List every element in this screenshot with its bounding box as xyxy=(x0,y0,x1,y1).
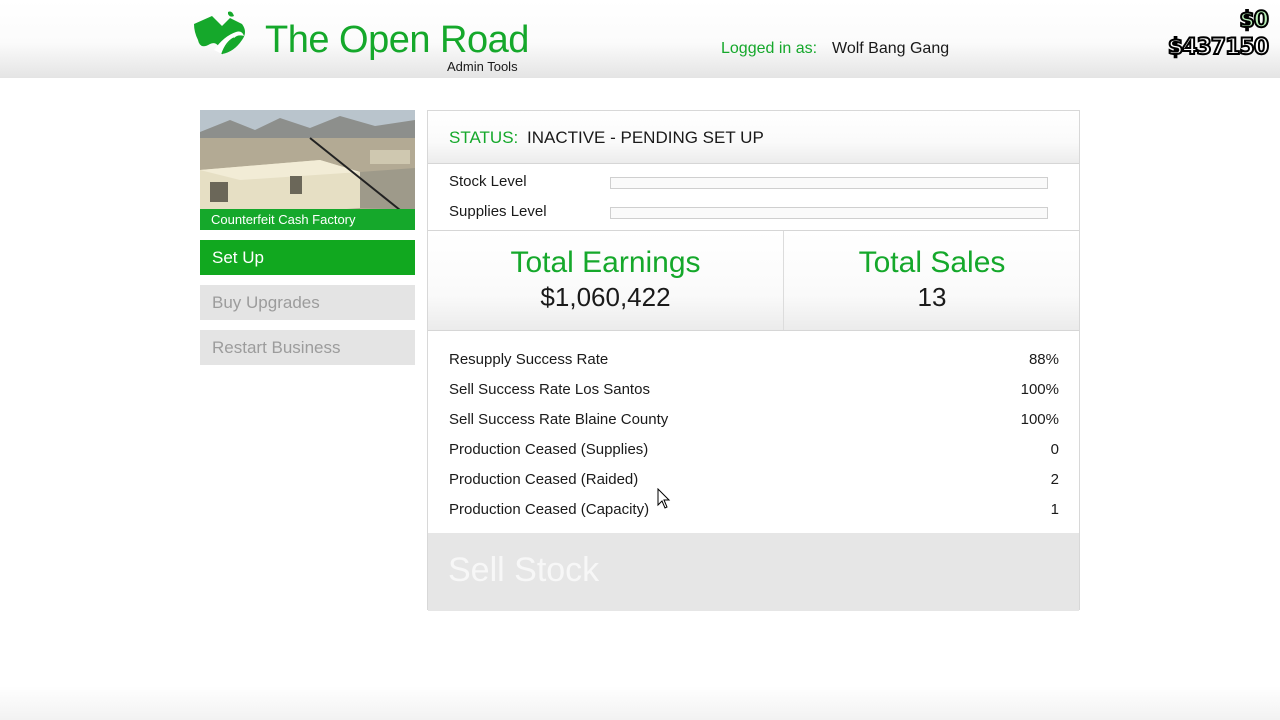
sell-stock-button[interactable]: Sell Stock xyxy=(428,533,1079,611)
stat-row: Resupply Success Rate 88% xyxy=(449,349,1059,379)
set-up-button[interactable]: Set Up xyxy=(200,240,415,275)
total-earnings-value: $1,060,422 xyxy=(540,282,671,312)
stat-value: 88% xyxy=(1028,351,1059,368)
stat-value: 2 xyxy=(1050,471,1059,488)
stock-level-bar xyxy=(610,177,1048,189)
bank-cash: $437150 xyxy=(1167,34,1270,61)
stock-level-row: Stock Level xyxy=(449,173,1059,193)
logged-in-username: Wolf Bang Gang xyxy=(832,40,950,57)
stat-value: 100% xyxy=(1020,381,1059,398)
total-earnings-label: Total Earnings xyxy=(510,246,701,279)
header-bar: The Open Road Admin Tools Logged in as: … xyxy=(0,0,1280,78)
stat-value: 0 xyxy=(1050,441,1059,458)
supplies-level-label: Supplies Level xyxy=(449,203,547,220)
stats-list: Resupply Success Rate 88% Sell Success R… xyxy=(449,349,1059,529)
total-sales-box: Total Sales 13 xyxy=(784,245,1080,313)
supplies-level-bar xyxy=(610,207,1048,219)
totals-section: Total Earnings $1,060,422 Total Sales 13 xyxy=(428,230,1079,331)
status-label: STATUS: xyxy=(449,128,519,147)
business-panel: STATUS: INACTIVE - PENDING SET UP Stock … xyxy=(427,110,1080,611)
stat-label: Production Ceased (Raided) xyxy=(449,471,639,488)
buy-upgrades-button[interactable]: Buy Upgrades xyxy=(200,285,415,320)
stat-row: Production Ceased (Supplies) 0 xyxy=(449,439,1059,469)
brand-subtitle: Admin Tools xyxy=(447,59,518,74)
wallet-cash: $0 xyxy=(1238,7,1270,34)
stat-row: Production Ceased (Raided) 2 xyxy=(449,469,1059,499)
stat-label: Production Ceased (Capacity) xyxy=(449,501,650,518)
stat-label: Sell Success Rate Blaine County xyxy=(449,411,669,428)
mouse-pointer-icon xyxy=(657,488,671,509)
stat-value: 100% xyxy=(1020,411,1059,428)
stat-label: Resupply Success Rate xyxy=(449,351,609,368)
stock-level-label: Stock Level xyxy=(449,173,527,190)
stat-label: Production Ceased (Supplies) xyxy=(449,441,649,458)
stat-row: Sell Success Rate Los Santos 100% xyxy=(449,379,1059,409)
stat-row: Production Ceased (Capacity) 1 xyxy=(449,499,1059,529)
status-bar: STATUS: INACTIVE - PENDING SET UP xyxy=(428,111,1079,164)
stat-label: Sell Success Rate Los Santos xyxy=(449,381,650,398)
total-earnings-box: Total Earnings $1,060,422 xyxy=(428,245,783,313)
status-value: INACTIVE - PENDING SET UP xyxy=(527,128,764,147)
supplies-level-row: Supplies Level xyxy=(449,203,1059,223)
brand-title: The Open Road xyxy=(265,19,529,61)
open-road-logo-icon xyxy=(194,11,245,55)
restart-business-button[interactable]: Restart Business xyxy=(200,330,415,365)
business-name-caption: Counterfeit Cash Factory xyxy=(200,209,415,230)
total-sales-value: 13 xyxy=(917,282,947,312)
business-thumbnail: Counterfeit Cash Factory xyxy=(200,110,415,230)
login-label: Logged in as: xyxy=(721,40,818,57)
stat-value: 1 xyxy=(1050,501,1059,518)
footer-fade xyxy=(0,686,1280,720)
stat-row: Sell Success Rate Blaine County 100% xyxy=(449,409,1059,439)
total-sales-label: Total Sales xyxy=(858,246,1006,279)
